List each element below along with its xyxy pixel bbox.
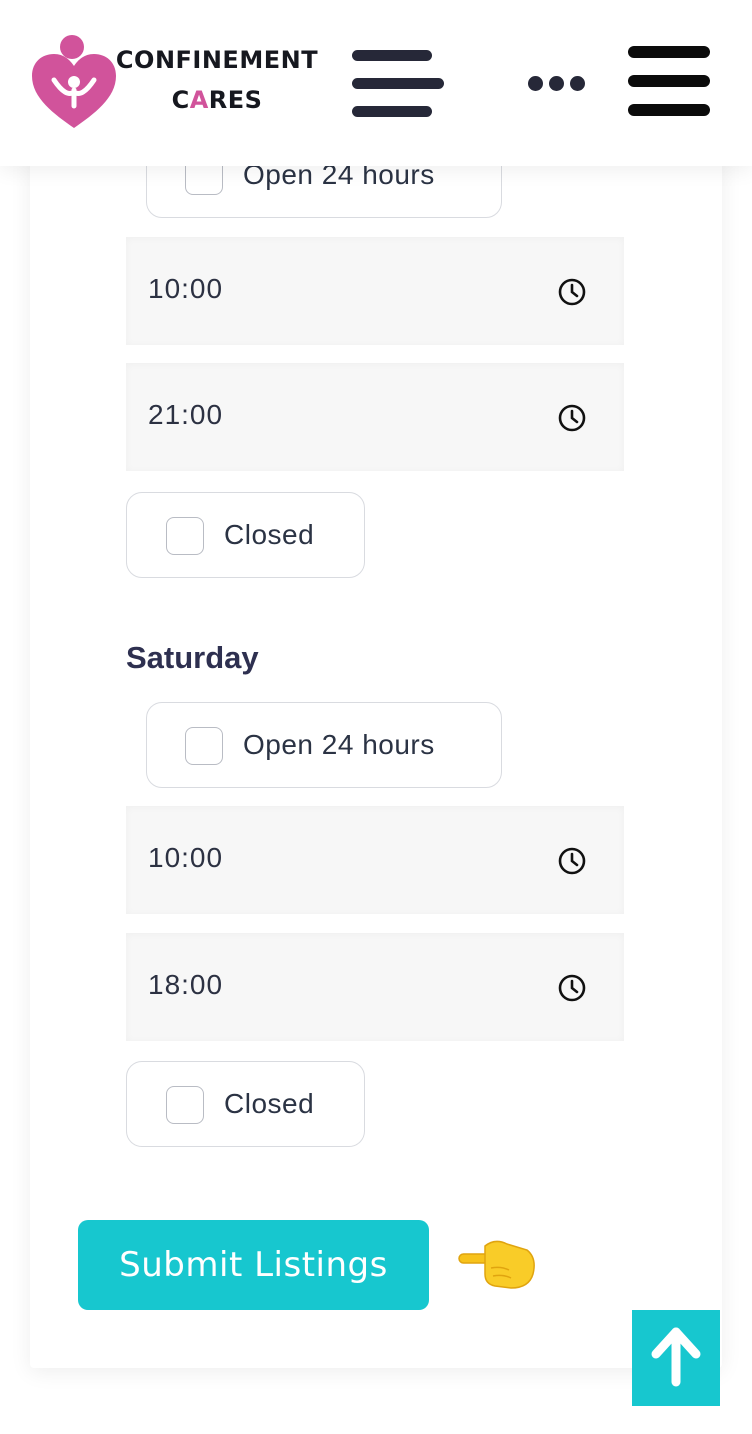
closed-toggle-prev[interactable]: Closed xyxy=(126,492,365,578)
submit-listings-button[interactable]: Submit Listings xyxy=(78,1220,429,1310)
hamburger-menu-icon[interactable] xyxy=(350,48,444,120)
clock-icon[interactable] xyxy=(557,846,587,876)
hamburger-menu-icon[interactable] xyxy=(628,46,710,118)
day-title-saturday: Saturday xyxy=(126,640,259,675)
closing-time-value: 18:00 xyxy=(148,969,224,1000)
closed-label: Closed xyxy=(224,519,315,550)
more-dots-icon[interactable] xyxy=(528,76,588,94)
opening-time-field-saturday[interactable]: 10:00 xyxy=(126,806,624,914)
arrow-up-icon xyxy=(651,1327,701,1387)
site-header: CONFINEMENT CARES xyxy=(0,0,752,166)
page: Open 24 hours 10:00 21:00 Closed Saturda… xyxy=(0,0,752,1434)
brand-line-2-part-3: RES xyxy=(208,86,263,114)
clock-icon[interactable] xyxy=(557,403,587,433)
clock-icon[interactable] xyxy=(557,277,587,307)
closed-label: Closed xyxy=(224,1088,315,1119)
closing-time-field-prev[interactable]: 21:00 xyxy=(126,363,624,471)
open-24-hours-toggle-saturday[interactable]: Open 24 hours xyxy=(146,702,502,788)
closed-checkbox[interactable] xyxy=(166,1086,204,1124)
opening-time-value: 10:00 xyxy=(148,273,224,304)
backhand-index-pointing-right-icon xyxy=(458,1240,535,1289)
closing-time-field-saturday[interactable]: 18:00 xyxy=(126,933,624,1041)
brand-name[interactable]: CONFINEMENT CARES xyxy=(112,44,322,116)
mother-baby-heart-logo[interactable] xyxy=(30,34,118,130)
closed-checkbox[interactable] xyxy=(166,517,204,555)
brand-line-2-part-2: A xyxy=(189,86,209,114)
closed-toggle-saturday[interactable]: Closed xyxy=(126,1061,365,1147)
opening-time-value: 10:00 xyxy=(148,842,224,873)
back-to-top-button[interactable] xyxy=(632,1310,720,1406)
brand-line-1: CONFINEMENT xyxy=(115,46,319,74)
opening-time-field-prev[interactable]: 10:00 xyxy=(126,237,624,345)
open-24-hours-checkbox[interactable] xyxy=(185,727,223,765)
closing-time-value: 21:00 xyxy=(148,399,224,430)
brand-line-2-part-1: C xyxy=(171,86,190,114)
brand-line-2: CARES xyxy=(112,84,322,116)
clock-icon[interactable] xyxy=(557,973,587,1003)
open-24-hours-label: Open 24 hours xyxy=(243,729,435,760)
